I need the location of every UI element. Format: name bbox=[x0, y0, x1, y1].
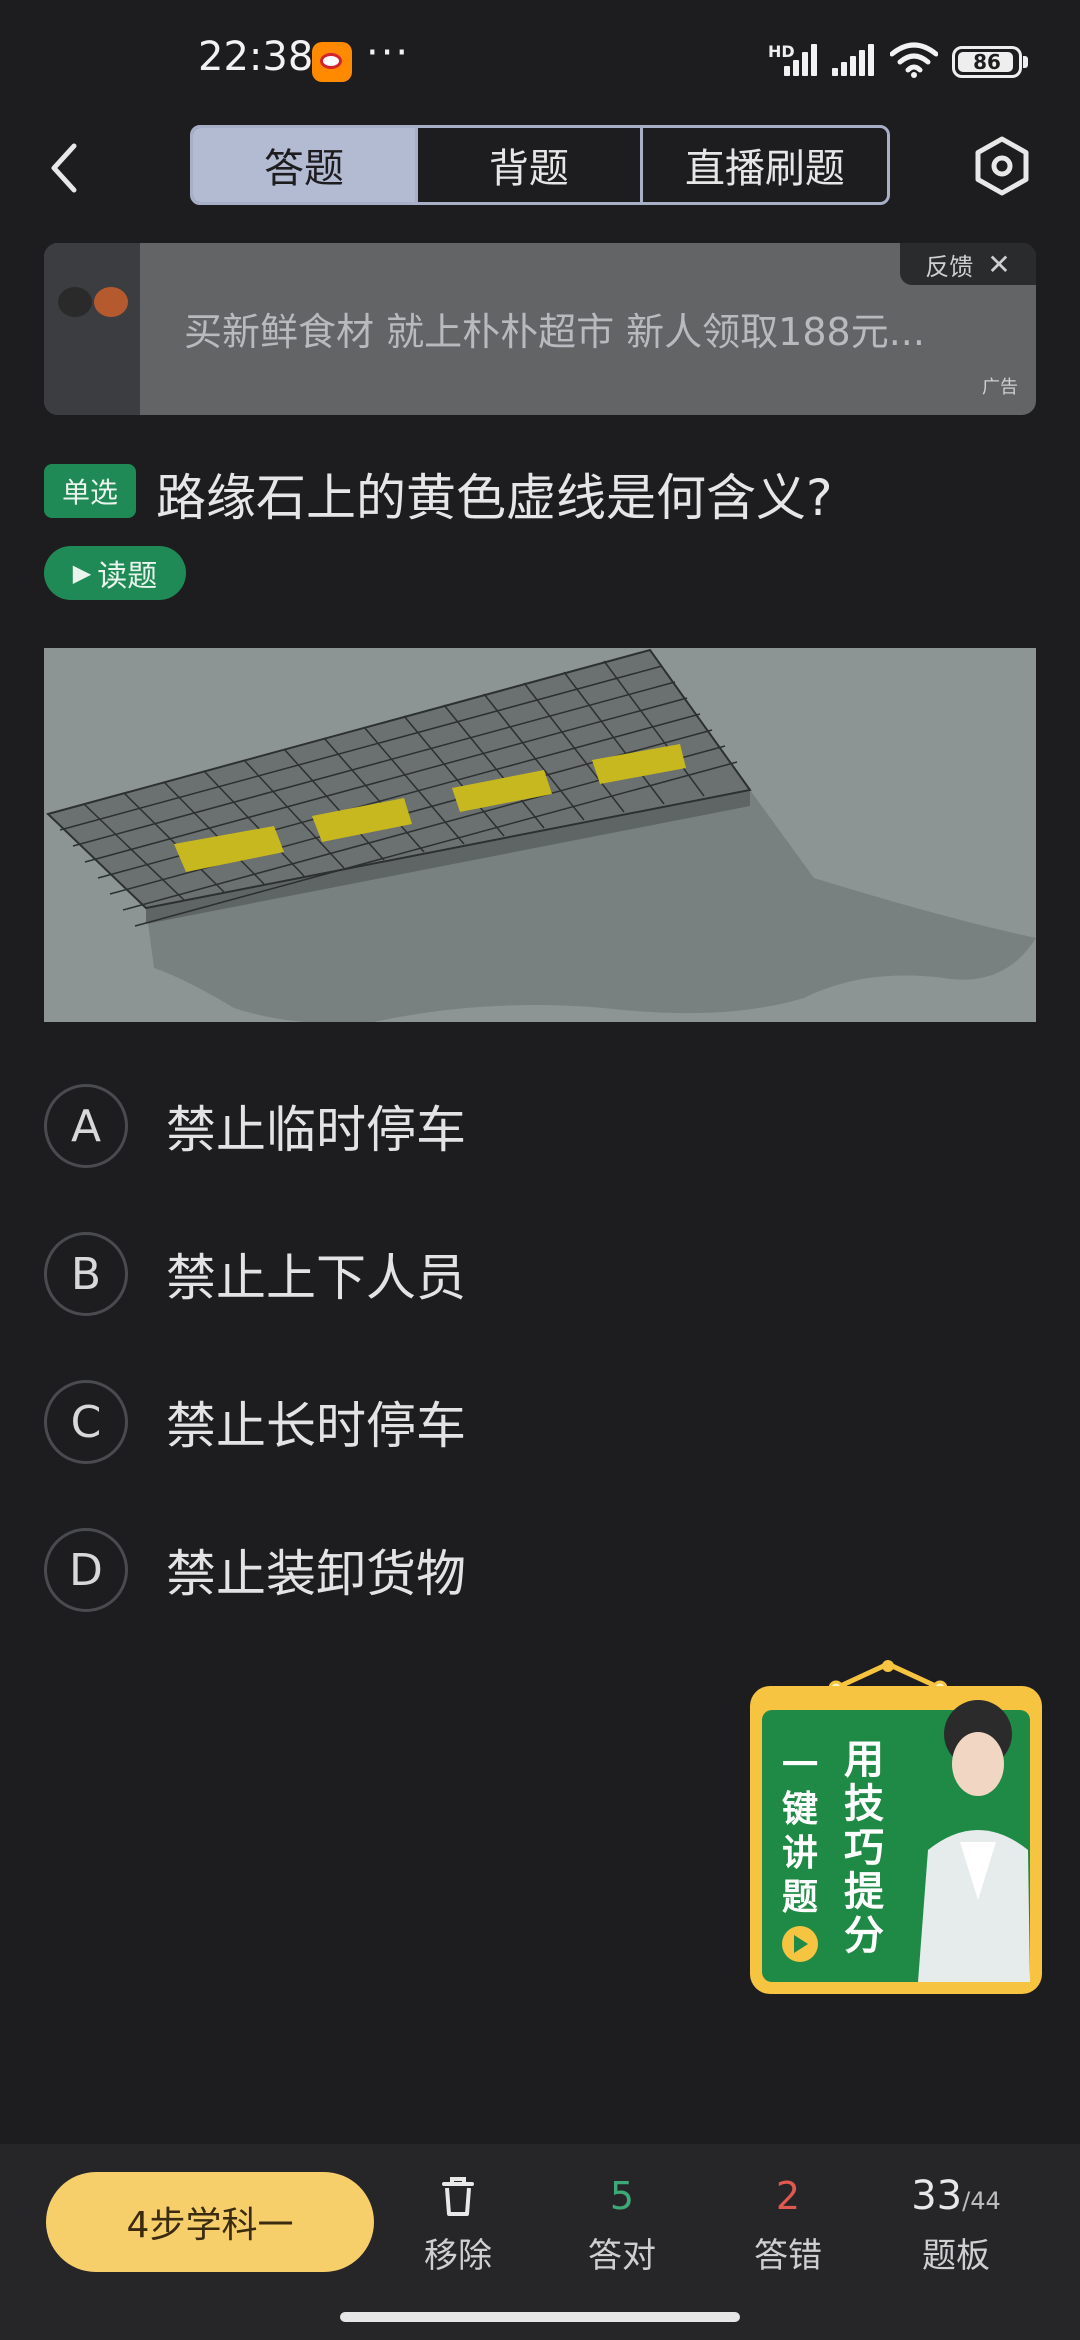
four-steps-subject-one-button[interactable]: 4步学科一 bbox=[46, 2172, 374, 2272]
ad-feedback-close[interactable]: 反馈 ✕ bbox=[900, 243, 1036, 285]
correct-label: 答对 bbox=[588, 2236, 656, 2276]
signal-1-icon bbox=[784, 44, 818, 76]
more-notifications-icon: ··· bbox=[366, 30, 411, 76]
correct-count-button[interactable]: 5 答对 bbox=[552, 2170, 692, 2277]
progress: 33/44 bbox=[886, 2170, 1026, 2222]
wrong-label: 答错 bbox=[754, 2236, 822, 2276]
option-d[interactable]: D 禁止装卸货物 bbox=[44, 1526, 744, 1614]
tab-live-practice[interactable]: 直播刷题 bbox=[643, 128, 887, 202]
tab-memorize[interactable]: 背题 bbox=[418, 128, 643, 202]
correct-count: 5 bbox=[609, 2174, 635, 2218]
remove-label: 移除 bbox=[424, 2236, 492, 2276]
option-text: 禁止装卸货物 bbox=[166, 1545, 466, 1603]
close-icon: ✕ bbox=[987, 247, 1011, 281]
board-label: 题板 bbox=[922, 2236, 990, 2276]
back-icon[interactable] bbox=[40, 138, 90, 198]
question-type-badge: 单选 bbox=[44, 464, 136, 518]
progress-total: /44 bbox=[962, 2187, 1001, 2215]
ad-feedback-label: 反馈 bbox=[925, 252, 974, 281]
weibo-app-icon bbox=[312, 42, 352, 82]
status-time: 22:38 bbox=[198, 34, 314, 80]
ad-banner[interactable]: 买新鲜食材 就上朴朴超市 新人领取188元... 反馈 ✕ 广告 bbox=[44, 243, 1036, 415]
option-text: 禁止临时停车 bbox=[166, 1101, 466, 1159]
ad-tag: 广告 bbox=[982, 377, 1018, 398]
option-b[interactable]: B 禁止上下人员 bbox=[44, 1230, 744, 1318]
question-image bbox=[44, 648, 1036, 1022]
question-text: 路缘石上的黄色虚线是何含义? bbox=[156, 469, 833, 527]
trash-icon bbox=[442, 2177, 474, 2216]
mode-tabs: 答题 背题 直播刷题 bbox=[190, 125, 890, 205]
battery-nub bbox=[1023, 56, 1028, 68]
ad-text: 买新鲜食材 就上朴朴超市 新人领取188元... bbox=[184, 310, 925, 354]
battery-level: 86 bbox=[973, 50, 1001, 74]
home-indicator[interactable] bbox=[340, 2312, 740, 2322]
settings-icon[interactable] bbox=[972, 136, 1032, 196]
signal-2-icon bbox=[832, 44, 876, 76]
wifi-icon bbox=[890, 42, 938, 78]
option-a[interactable]: A 禁止临时停车 bbox=[44, 1082, 744, 1170]
promo-title: 用技巧提分 bbox=[844, 1737, 884, 1959]
progress-current: 33 bbox=[911, 2173, 963, 2219]
option-c[interactable]: C 禁止长时停车 bbox=[44, 1378, 744, 1466]
remove-button[interactable]: 移除 bbox=[388, 2170, 528, 2277]
ad-thumbnail bbox=[44, 243, 140, 415]
wrong-count-button[interactable]: 2 答错 bbox=[718, 2170, 858, 2277]
read-question-button[interactable]: ▶ 读题 bbox=[44, 546, 186, 600]
option-letter: C bbox=[44, 1380, 128, 1464]
question-board-button[interactable]: 33/44 题板 bbox=[886, 2170, 1026, 2277]
read-question-label: 读题 bbox=[97, 559, 158, 594]
option-letter: A bbox=[44, 1084, 128, 1168]
promo-subtitle: 一键讲题 bbox=[782, 1745, 819, 1918]
tab-answer[interactable]: 答题 bbox=[193, 128, 418, 202]
explain-question-promo[interactable]: 用技巧提分 一键讲题 bbox=[748, 1660, 1044, 1996]
option-letter: D bbox=[44, 1528, 128, 1612]
option-text: 禁止长时停车 bbox=[166, 1397, 466, 1455]
option-letter: B bbox=[44, 1232, 128, 1316]
option-text: 禁止上下人员 bbox=[166, 1249, 466, 1307]
play-icon: ▶ bbox=[72, 559, 92, 587]
wrong-count: 2 bbox=[775, 2174, 801, 2218]
battery-icon: 86 bbox=[952, 46, 1022, 78]
